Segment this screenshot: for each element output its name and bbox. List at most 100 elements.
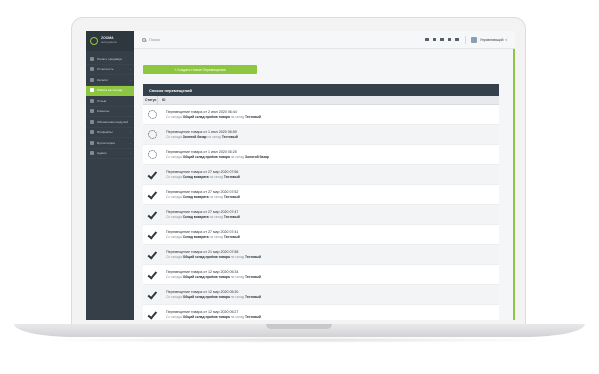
notification-icon[interactable]	[455, 37, 459, 42]
checkmark-icon	[148, 210, 157, 219]
row-status	[143, 250, 161, 259]
sidebar-item[interactable]: Отзыв	[86, 96, 134, 107]
transfer-route: Со склада Общий склад приёма товара на с…	[166, 275, 261, 280]
sidebar-item[interactable]: Отчетность ›	[86, 65, 134, 76]
route-to-label: на склад	[207, 134, 221, 139]
sidebar-item-label: Клиенты	[97, 109, 110, 114]
plus-icon[interactable]	[432, 37, 437, 42]
menu-item-icon	[90, 88, 94, 93]
panel-title: Список перемещений	[143, 84, 499, 96]
brand-name: ZOOMA	[101, 36, 114, 41]
user-menu[interactable]: Управляющий ▾	[470, 36, 507, 43]
route-from-warehouse: Общий склад приёма товара	[182, 294, 230, 299]
sidebar-item[interactable]: Клиенты	[86, 107, 134, 118]
route-to-warehouse: Тестовый	[245, 114, 261, 119]
table-row[interactable]: Перемещение товара от 1 июл 2020 06:59 Со…	[143, 125, 499, 145]
search-input[interactable]: Поиск	[142, 37, 160, 42]
route-from-warehouse: Склад возврата	[182, 214, 209, 219]
menu-item-icon	[90, 109, 94, 114]
menu-item-icon	[90, 151, 94, 156]
table-row[interactable]: Перемещение товара от 1 июл 2020 05:25 Со…	[143, 145, 499, 165]
route-from-label: Со склада	[166, 294, 182, 299]
table-row[interactable]: Перемещение товара от 12 мар 2020 05:30 С…	[143, 285, 499, 305]
laptop-shadow	[40, 337, 559, 343]
pending-spinner-icon	[147, 150, 157, 159]
checkmark-icon	[148, 230, 157, 239]
table-row[interactable]: Перемещение товара от 12 мар 2020 05:27 С…	[143, 305, 499, 320]
menu-item-icon	[90, 98, 94, 103]
route-to-warehouse: Тестовый	[223, 234, 240, 239]
route-from-label: Со склада	[166, 174, 182, 179]
sidebar-nav: Начать продавца Отчетность › Каталог › Работа…	[86, 54, 134, 159]
transfer-route: Со склада Склад возврата на склад Тестов…	[166, 175, 240, 180]
divider	[464, 35, 466, 44]
table-row[interactable]: Перемещение товара от 27 мар 2020 07:56 С…	[143, 165, 499, 185]
route-to-warehouse: Тестовый	[221, 134, 238, 139]
sidebar-item[interactable]: Админ ›	[86, 149, 134, 160]
table-row[interactable]: Перемещение товара от 27 мар 2020 07:47 С…	[143, 205, 499, 225]
transfer-route: Со склада Общий склад приёма товара на с…	[166, 115, 261, 120]
transfer-route: Со склада Склад возврата на склад Тестов…	[166, 215, 240, 220]
camera-icon[interactable]	[424, 37, 429, 42]
checkmark-icon	[148, 290, 157, 299]
route-to-warehouse: Тестовый	[223, 214, 240, 219]
sidebar-item-label: Обновления модулей	[97, 119, 128, 124]
sidebar-item[interactable]: Профайлы ›	[86, 128, 134, 139]
search-icon	[142, 37, 146, 42]
sidebar-item[interactable]: Начать продавца	[86, 54, 134, 65]
table-row[interactable]: Перемещение товара от 27 мар 2020 07:41 С…	[143, 225, 499, 245]
sidebar-item-label: Бухгалтерия	[97, 140, 115, 145]
checkmark-icon	[148, 270, 157, 279]
monitor-icon[interactable]	[447, 37, 452, 42]
create-transfer-button[interactable]: + Создать Новое Перемещение	[143, 65, 257, 74]
row-status	[143, 170, 161, 179]
chevron-right-icon: ›	[130, 88, 131, 93]
transfer-route: Со склада Общий склад приёма товара на с…	[166, 315, 261, 320]
chevron-right-icon: ›	[130, 130, 131, 135]
laptop-notch	[266, 324, 332, 329]
table-row[interactable]: Перемещение товара от 21 мар 2020 07:58 С…	[143, 245, 499, 265]
route-from-warehouse: Общий склад приёма товара	[182, 154, 230, 159]
checkmark-icon	[148, 310, 157, 319]
brand-logo[interactable]: ZOOMA инструменты	[86, 31, 134, 51]
topbar: Поиск Управляющий ▾	[134, 31, 515, 49]
route-to-label: на склад	[230, 154, 245, 159]
sidebar-item[interactable]: Работа на складе ›	[86, 85, 134, 96]
menu-item-icon	[90, 77, 94, 82]
column-id[interactable]: ID	[157, 95, 165, 105]
menu-item-icon	[90, 130, 94, 135]
row-status	[143, 210, 161, 219]
toolbar-icons	[424, 35, 471, 44]
chevron-right-icon: ›	[130, 140, 131, 145]
sidebar-item[interactable]: Каталог ›	[86, 75, 134, 86]
transfers-panel: Список перемещений Статус ID Перемещение…	[143, 84, 499, 320]
route-to-label: на склад	[230, 294, 245, 299]
route-from-label: Со склада	[166, 234, 182, 239]
grid-icon[interactable]	[440, 37, 444, 42]
route-from-warehouse: Золотой базар	[182, 134, 207, 139]
product-mockup: ZOOMA инструменты Начать продавца Отчетно…	[0, 0, 599, 374]
route-from-label: Со склада	[166, 114, 182, 119]
transfer-route: Со склада Склад возврата на склад Тестов…	[166, 235, 240, 240]
row-status	[143, 230, 161, 239]
route-from-label: Со склада	[166, 254, 182, 259]
route-to-warehouse: Тестовый	[223, 174, 240, 179]
user-name: Управляющий	[479, 37, 504, 42]
route-from-label: Со склада	[166, 134, 182, 139]
chevron-right-icon: ›	[130, 67, 131, 72]
route-to-warehouse: Тестовый	[223, 194, 240, 199]
table-row[interactable]: Перемещение товара от 27 мар 2020 07:52 С…	[143, 185, 499, 205]
table-header: Статус ID	[143, 95, 499, 105]
transfer-route: Со склада Общий склад приёма товара на с…	[166, 295, 261, 300]
sidebar-item-label: Отзыв	[97, 98, 107, 103]
route-from-label: Со склада	[166, 314, 182, 319]
route-to-label: на склад	[209, 194, 223, 199]
table-row[interactable]: Перемещение товара от 2 июл 2020 06:44 Со…	[143, 105, 499, 125]
table-row[interactable]: Перемещение товара от 12 мар 2020 05:34 С…	[143, 265, 499, 285]
sidebar-item[interactable]: Обновления модулей	[86, 117, 134, 128]
route-to-label: на склад	[230, 114, 245, 119]
column-status[interactable]: Статус	[143, 98, 157, 102]
transfer-route: Со склада Склад возврата на склад Тестов…	[166, 195, 240, 200]
route-to-warehouse: Тестовый	[245, 274, 261, 279]
sidebar-item[interactable]: Бухгалтерия ›	[86, 138, 134, 149]
